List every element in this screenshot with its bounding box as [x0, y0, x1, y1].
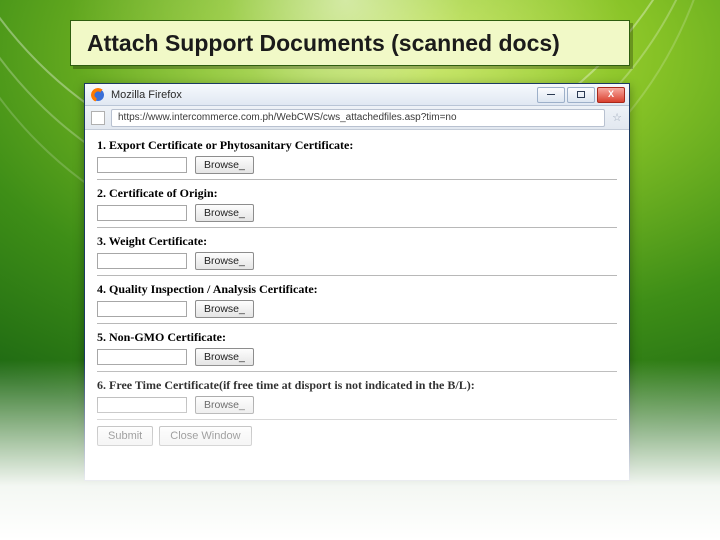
- file-path-input[interactable]: [97, 301, 187, 317]
- separator: [97, 419, 617, 420]
- doc-label: 3. Weight Certificate:: [97, 234, 617, 249]
- window-title: Mozilla Firefox: [111, 89, 182, 101]
- doc-row: 1. Export Certificate or Phytosanitary C…: [97, 138, 617, 174]
- window-titlebar: Mozilla Firefox X: [85, 84, 629, 106]
- file-path-input[interactable]: [97, 397, 187, 413]
- doc-label: 2. Certificate of Origin:: [97, 186, 617, 201]
- browser-window: Mozilla Firefox X https://www.intercomme…: [84, 83, 630, 481]
- doc-row: 3. Weight Certificate: Browse_: [97, 234, 617, 270]
- doc-row: 4. Quality Inspection / Analysis Certifi…: [97, 282, 617, 318]
- maximize-button[interactable]: [567, 87, 595, 103]
- close-button[interactable]: X: [597, 87, 625, 103]
- page-content: 1. Export Certificate or Phytosanitary C…: [85, 130, 629, 480]
- file-upload-line: Browse_: [97, 396, 617, 414]
- doc-label: 5. Non-GMO Certificate:: [97, 330, 617, 345]
- slide-title-card: Attach Support Documents (scanned docs): [70, 20, 630, 66]
- form-actions: Submit Close Window: [97, 426, 617, 446]
- doc-row: 2. Certificate of Origin: Browse_: [97, 186, 617, 222]
- file-path-input[interactable]: [97, 157, 187, 173]
- url-text: https://www.intercommerce.com.ph/WebCWS/…: [118, 112, 457, 123]
- firefox-icon: [91, 88, 105, 102]
- close-window-button[interactable]: Close Window: [159, 426, 251, 446]
- browse-button[interactable]: Browse_: [195, 348, 254, 366]
- browse-button[interactable]: Browse_: [195, 252, 254, 270]
- separator: [97, 275, 617, 276]
- submit-button[interactable]: Submit: [97, 426, 153, 446]
- file-path-input[interactable]: [97, 253, 187, 269]
- file-upload-line: Browse_: [97, 300, 617, 318]
- separator: [97, 323, 617, 324]
- browse-button[interactable]: Browse_: [195, 396, 254, 414]
- separator: [97, 179, 617, 180]
- address-bar: https://www.intercommerce.com.ph/WebCWS/…: [85, 106, 629, 130]
- browse-button[interactable]: Browse_: [195, 156, 254, 174]
- url-field[interactable]: https://www.intercommerce.com.ph/WebCWS/…: [111, 109, 605, 127]
- slide-background: Attach Support Documents (scanned docs) …: [0, 0, 720, 540]
- doc-row: 6. Free Time Certificate(if free time at…: [97, 378, 617, 414]
- file-upload-line: Browse_: [97, 156, 617, 174]
- file-upload-line: Browse_: [97, 252, 617, 270]
- file-upload-line: Browse_: [97, 204, 617, 222]
- browse-button[interactable]: Browse_: [195, 204, 254, 222]
- window-buttons: X: [537, 87, 625, 103]
- doc-label: 4. Quality Inspection / Analysis Certifi…: [97, 282, 617, 297]
- file-upload-line: Browse_: [97, 348, 617, 366]
- browse-button[interactable]: Browse_: [195, 300, 254, 318]
- doc-row: 5. Non-GMO Certificate: Browse_: [97, 330, 617, 366]
- doc-label: 1. Export Certificate or Phytosanitary C…: [97, 138, 617, 153]
- separator: [97, 371, 617, 372]
- separator: [97, 227, 617, 228]
- doc-label: 6. Free Time Certificate(if free time at…: [97, 378, 617, 393]
- file-path-input[interactable]: [97, 349, 187, 365]
- bookmark-star-icon[interactable]: ☆: [611, 112, 623, 124]
- page-identity-icon[interactable]: [91, 111, 105, 125]
- minimize-button[interactable]: [537, 87, 565, 103]
- file-path-input[interactable]: [97, 205, 187, 221]
- slide-title: Attach Support Documents (scanned docs): [87, 30, 560, 57]
